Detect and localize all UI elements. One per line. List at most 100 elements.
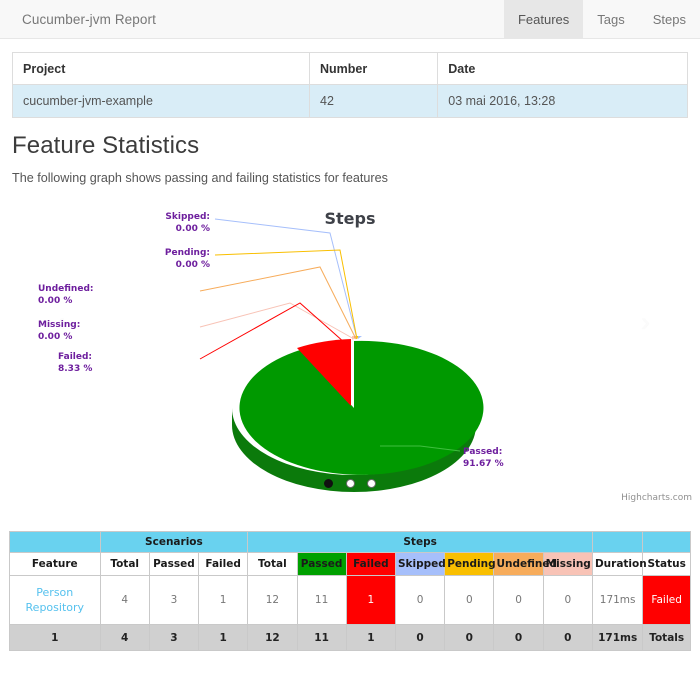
connector-skipped (214, 218, 358, 340)
col-header-steps-undefined[interactable]: Undefined (493, 552, 557, 576)
col-header-steps-skipped[interactable]: Skipped (394, 552, 446, 576)
pie-label-passed-value: 91.67 % (463, 459, 504, 469)
totals-steps-skipped: 0 (394, 624, 446, 651)
project-table-row: cucumber-jvm-example 42 03 mai 2016, 13:… (12, 84, 688, 118)
brand-title[interactable]: Cucumber-jvm Report (0, 0, 171, 38)
cell-duration: 171ms (591, 575, 644, 625)
pie-label-undefined: Undefined: 0.00 % (38, 283, 198, 307)
connector-pending (214, 249, 358, 340)
status-badge: Failed (642, 575, 691, 625)
cell-steps-missing: 0 (542, 575, 593, 625)
stats-column-header-row: Feature Total Passed Failed Total Passed… (9, 552, 691, 576)
group-header-steps: Steps (247, 531, 593, 553)
pie-label-undefined-value: 0.00 % (38, 296, 73, 306)
pie-label-failed-value: 8.33 % (58, 364, 93, 374)
col-header-duration[interactable]: Duration (591, 552, 647, 576)
totals-duration: 171ms (591, 624, 644, 651)
totals-row: 1 4 3 1 12 11 1 0 0 0 0 171ms Totals (9, 624, 691, 651)
project-name-cell: cucumber-jvm-example (12, 84, 310, 118)
carousel-dots (0, 475, 700, 493)
group-header-blank-status (642, 531, 691, 553)
pie-label-pending-value: 0.00 % (175, 260, 210, 270)
project-header-date: Date (437, 52, 688, 85)
col-header-scenarios-total[interactable]: Total (99, 552, 150, 576)
col-header-status[interactable]: Status (642, 552, 691, 576)
cell-steps-skipped: 0 (394, 575, 446, 625)
totals-scenarios-failed: 1 (198, 624, 249, 651)
cell-scenarios-total: 4 (99, 575, 150, 625)
col-header-steps-pending[interactable]: Pending (444, 552, 496, 576)
project-header-number: Number (308, 52, 439, 85)
tab-features[interactable]: Features (503, 0, 584, 38)
cell-scenarios-failed: 1 (198, 575, 249, 625)
carousel-dot-1[interactable] (324, 479, 334, 489)
cell-steps-pending: 0 (444, 575, 495, 625)
cell-steps-undefined: 0 (493, 575, 544, 625)
pie-label-passed: Passed: 91.67 % (463, 446, 623, 470)
section-subtitle: The following graph shows passing and fa… (12, 171, 388, 185)
nav-tabs: Features Tags Steps (503, 0, 700, 38)
totals-steps-pending: 0 (444, 624, 495, 651)
pie-label-missing: Missing: 0.00 % (38, 319, 198, 343)
pie-slice-passed (239, 340, 484, 475)
project-header-project: Project (12, 52, 310, 85)
section-heading-container: Feature Statistics The following graph s… (0, 118, 700, 185)
group-header-scenarios: Scenarios (99, 531, 249, 553)
project-table: Project Number Date cucumber-jvm-example… (12, 52, 688, 118)
pie-label-pending-name: Pending (164, 248, 207, 258)
pie-label-missing-value: 0.00 % (38, 332, 73, 342)
stats-table: Scenarios Steps Feature Total Passed Fai… (9, 531, 691, 651)
pie-label-missing-name: Missing (38, 320, 77, 330)
table-row: Person Repository 4 3 1 12 11 1 0 0 0 0 … (9, 575, 691, 625)
navbar: Cucumber-jvm Report Features Tags Steps (0, 0, 700, 39)
totals-steps-passed: 11 (296, 624, 347, 651)
col-header-steps-missing[interactable]: Missing (542, 552, 593, 576)
carousel-dot-3[interactable] (366, 479, 376, 489)
totals-feature: 1 (9, 624, 101, 651)
stats-group-header-row: Scenarios Steps (9, 531, 691, 553)
pie-label-failed-name: Failed (58, 352, 89, 362)
col-header-feature[interactable]: Feature (9, 552, 101, 576)
chart-container: Steps ‹ › Skipped: 0.00 % Pending: 0.00 … (0, 203, 700, 523)
group-header-blank-left (9, 531, 101, 553)
pie-label-failed: Failed: 8.33 % (58, 351, 198, 375)
pie-label-passed-name: Passed (463, 447, 499, 457)
col-header-steps-passed[interactable]: Passed (296, 552, 347, 576)
project-date-cell: 03 mai 2016, 13:28 (437, 84, 688, 118)
feature-link[interactable]: Person Repository (12, 585, 98, 615)
totals-steps-missing: 0 (542, 624, 593, 651)
project-table-header-row: Project Number Date (12, 52, 688, 85)
col-header-steps-failed[interactable]: Failed (345, 552, 396, 576)
cell-steps-passed: 11 (296, 575, 347, 625)
tab-tags[interactable]: Tags (583, 0, 638, 38)
stats-table-container: Scenarios Steps Feature Total Passed Fai… (0, 531, 700, 651)
pie-label-undefined-name: Undefined (38, 284, 90, 294)
project-table-container: Project Number Date cucumber-jvm-example… (0, 39, 700, 118)
col-header-scenarios-passed[interactable]: Passed (148, 552, 200, 576)
totals-steps-failed: 1 (345, 624, 396, 651)
totals-label: Totals (642, 624, 691, 651)
highcharts-credits[interactable]: Highcharts.com (621, 493, 692, 503)
col-header-scenarios-failed[interactable]: Failed (198, 552, 249, 576)
project-number-cell: 42 (308, 84, 439, 118)
cell-steps-failed: 1 (345, 575, 396, 625)
pie-label-skipped: Skipped: 0.00 % (58, 211, 210, 235)
pie-slice-skipped (358, 336, 362, 339)
pie-label-skipped-value: 0.00 % (175, 224, 210, 234)
group-header-blank-duration (591, 531, 644, 553)
totals-steps-total: 12 (247, 624, 298, 651)
totals-steps-undefined: 0 (493, 624, 544, 651)
page-title: Feature Statistics (12, 132, 200, 159)
pie-label-skipped-name: Skipped (165, 212, 207, 222)
pie-label-pending: Pending: 0.00 % (58, 247, 210, 271)
connector-missing (199, 302, 355, 340)
connector-undefined (199, 266, 357, 340)
cell-feature: Person Repository (9, 575, 101, 625)
totals-scenarios-passed: 3 (148, 624, 200, 651)
cell-steps-total: 12 (247, 575, 298, 625)
col-header-steps-total[interactable]: Total (247, 552, 298, 576)
totals-scenarios-total: 4 (99, 624, 150, 651)
cell-scenarios-passed: 3 (148, 575, 200, 625)
carousel-dot-2[interactable] (345, 479, 355, 489)
tab-steps[interactable]: Steps (639, 0, 700, 38)
